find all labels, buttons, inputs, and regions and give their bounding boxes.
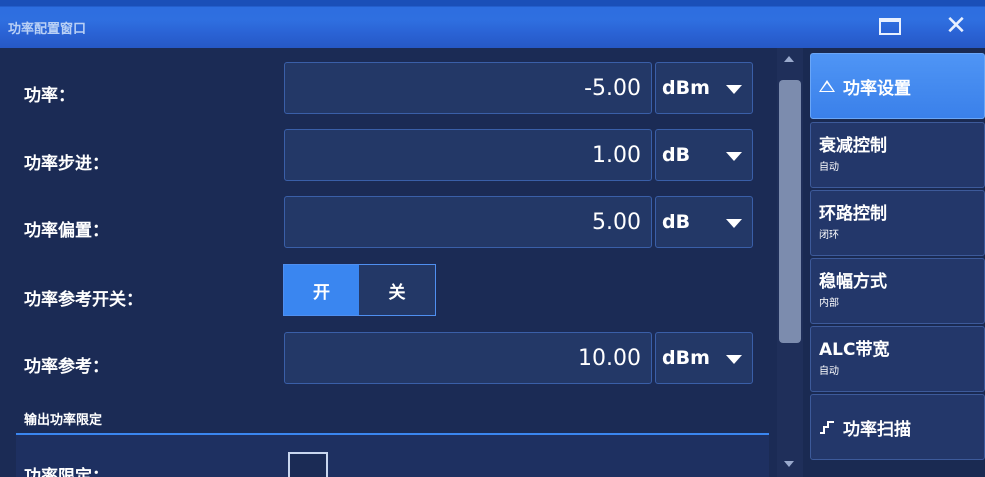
chevron-down-icon <box>726 355 742 364</box>
triangle-icon <box>819 80 835 92</box>
sidebar-item-label: 环路控制 <box>819 204 887 224</box>
output-limit-section-title: 输出功率限定 <box>24 413 103 428</box>
sidebar-item-power-settings[interactable]: 功率设置 <box>810 53 985 119</box>
sidebar-item-alc-bandwidth[interactable]: ALC带宽 自动 <box>810 326 985 392</box>
power-offset-unit: dB <box>662 211 691 233</box>
power-ref-toggle: 开 关 <box>283 264 436 316</box>
close-icon: ✕ <box>945 11 967 41</box>
scroll-up-arrow-icon[interactable] <box>784 56 794 62</box>
power-offset-unit-select[interactable]: dB <box>655 196 753 248</box>
toggle-off-option[interactable]: 关 <box>359 265 435 315</box>
power-step-unit-select[interactable]: dB <box>655 129 753 181</box>
power-value-field[interactable]: -5.00 <box>284 62 652 114</box>
power-step-value-field[interactable]: 1.00 <box>284 129 652 181</box>
power-step-value: 1.00 <box>592 142 641 168</box>
power-ref-value: 10.00 <box>578 345 641 371</box>
power-ref-value-field[interactable]: 10.00 <box>284 332 652 384</box>
sidebar-item-power-sweep[interactable]: 功率扫描 <box>810 394 985 460</box>
power-step-unit: dB <box>662 144 691 166</box>
sidebar-item-sublabel: 自动 <box>819 162 839 173</box>
sidebar-item-sublabel: 内部 <box>819 298 839 309</box>
power-ref-unit-select[interactable]: dBm <box>655 332 753 384</box>
sidebar-item-label: 衰减控制 <box>819 136 887 156</box>
sidebar-item-attenuation[interactable]: 衰减控制 自动 <box>810 122 985 188</box>
scroll-down-arrow-icon[interactable] <box>784 461 794 467</box>
power-offset-value-field[interactable]: 5.00 <box>284 196 652 248</box>
window-title: 功率配置窗口 <box>8 22 87 37</box>
sidebar-item-label: ALC带宽 <box>819 340 890 360</box>
chevron-down-icon <box>726 219 742 228</box>
sidebar-item-leveling-mode[interactable]: 稳幅方式 内部 <box>810 258 985 324</box>
sidebar-item-label: 功率设置 <box>843 78 911 99</box>
output-limit-section <box>16 433 769 477</box>
power-limit-checkbox[interactable] <box>288 452 328 477</box>
power-offset-value: 5.00 <box>592 209 641 235</box>
sidebar-item-label: 稳幅方式 <box>819 272 887 292</box>
power-unit: dBm <box>662 77 710 99</box>
scroll-thumb[interactable] <box>779 80 801 343</box>
sidebar-item-loop-control[interactable]: 环路控制 闭环 <box>810 190 985 256</box>
maximize-icon <box>879 17 901 35</box>
sidebar-item-label: 功率扫描 <box>843 419 911 440</box>
chevron-down-icon <box>726 152 742 161</box>
sidebar-item-sublabel: 自动 <box>819 366 839 377</box>
sidebar-item-sublabel: 闭环 <box>819 230 839 241</box>
power-unit-select[interactable]: dBm <box>655 62 753 114</box>
toggle-on-option[interactable]: 开 <box>284 265 359 315</box>
step-sweep-icon <box>820 421 834 434</box>
power-offset-label: 功率偏置： <box>24 221 109 241</box>
power-ref-switch-label: 功率参考开关： <box>24 290 143 310</box>
power-value: -5.00 <box>584 75 641 101</box>
chevron-down-icon <box>726 85 742 94</box>
title-bar: 功率配置窗口 ✕ <box>0 0 985 48</box>
power-label: 功率： <box>24 86 75 106</box>
maximize-button[interactable] <box>868 12 912 40</box>
power-ref-unit: dBm <box>662 347 710 369</box>
power-ref-label: 功率参考： <box>24 357 109 377</box>
power-limit-label: 功率限定： <box>24 467 109 477</box>
power-step-label: 功率步进： <box>24 154 109 174</box>
close-button[interactable]: ✕ <box>934 12 978 40</box>
